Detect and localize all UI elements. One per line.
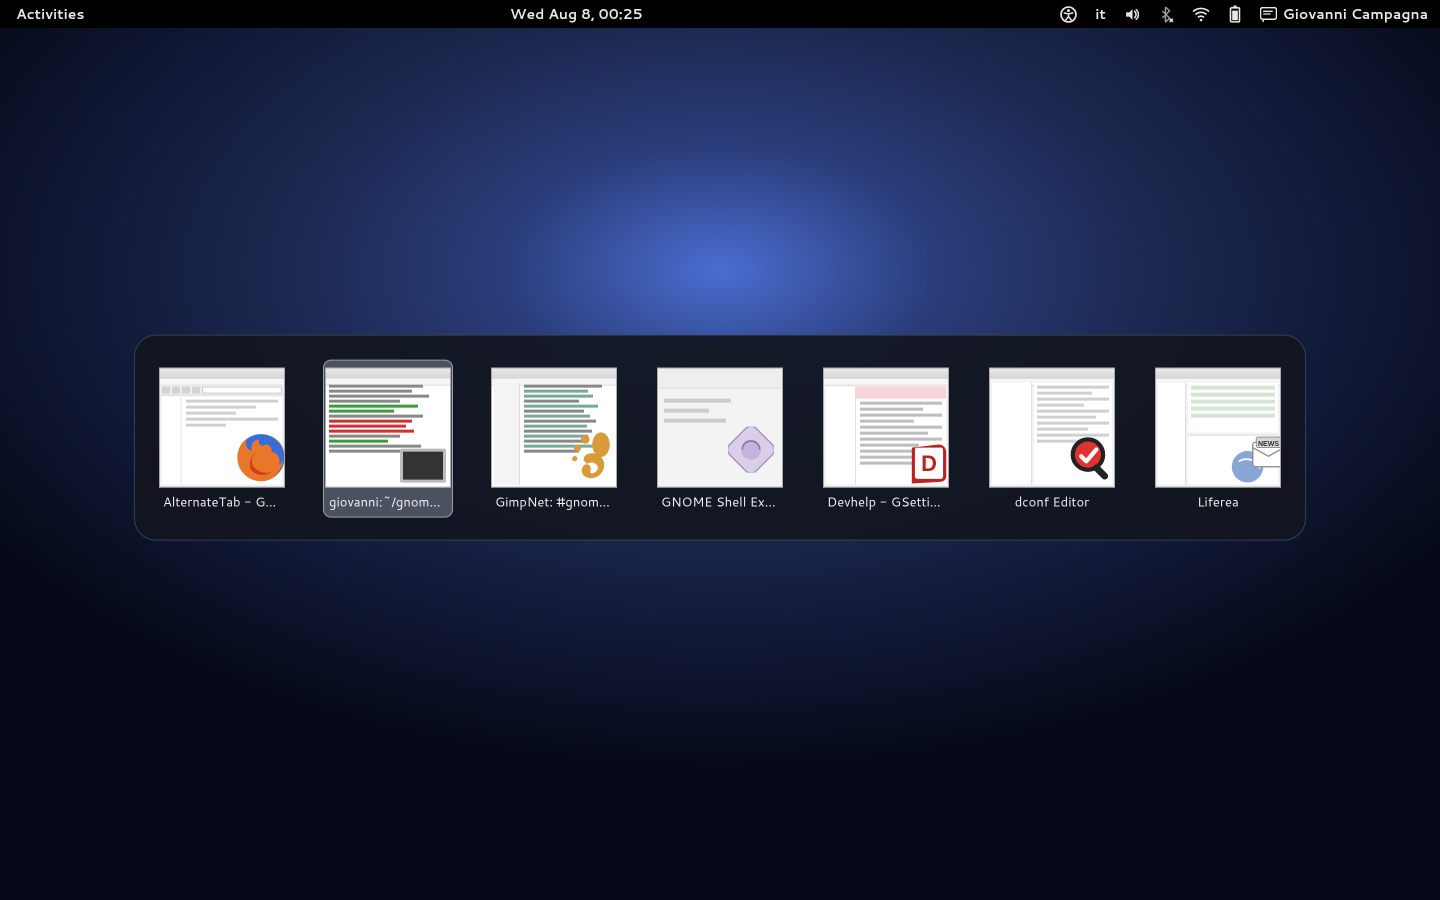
devhelp-icon: D <box>904 437 949 488</box>
activities-button[interactable]: Activities <box>8 4 92 24</box>
window-label: GNOME Shell Extensio… <box>661 494 779 512</box>
window-item[interactable]: NEWS Liferea <box>1153 360 1283 518</box>
window-thumbnail <box>491 368 617 488</box>
window-thumbnail <box>657 368 783 488</box>
keyboard-layout-indicator[interactable]: it <box>1095 4 1106 24</box>
window-label: AlternateTab - GNOM… <box>163 494 281 512</box>
accessibility-icon[interactable] <box>1060 6 1077 23</box>
window-item[interactable]: AlternateTab - GNOM… <box>157 360 287 518</box>
terminal-icon <box>400 449 446 483</box>
network-icon[interactable] <box>1192 7 1210 22</box>
window-item[interactable]: GNOME Shell Extensio… <box>655 360 785 518</box>
bluetooth-icon[interactable] <box>1159 6 1174 23</box>
status-area: it Giovanni Campagna <box>1060 4 1432 24</box>
user-menu[interactable]: Giovanni Campagna <box>1260 4 1428 24</box>
user-name-label: Giovanni Campagna <box>1283 4 1428 24</box>
user-status-icon <box>1260 7 1277 22</box>
window-thumbnail <box>325 368 451 488</box>
dconf-editor-icon <box>1066 433 1115 488</box>
battery-icon[interactable] <box>1228 5 1242 23</box>
clock[interactable]: Wed Aug 8, 00:25 <box>92 4 1060 24</box>
window-item[interactable]: D Devhelp - GSettings <box>821 360 951 518</box>
svg-text:NEWS: NEWS <box>1258 441 1279 448</box>
window-label: Liferea <box>1159 494 1277 512</box>
window-label: giovanni:~/gnome-shell… <box>329 494 447 512</box>
window-item[interactable]: giovanni:~/gnome-shell… <box>323 360 453 518</box>
volume-icon[interactable] <box>1124 6 1141 23</box>
window-thumbnail: NEWS <box>1155 368 1281 488</box>
window-label: dconf Editor <box>993 494 1111 512</box>
alt-tab-switcher: AlternateTab - GNOM… g <box>134 335 1306 541</box>
liferea-icon: NEWS <box>1230 435 1281 488</box>
firefox-icon <box>232 429 285 488</box>
window-label: Devhelp - GSettings <box>827 494 945 512</box>
top-panel: Activities Wed Aug 8, 00:25 it Giovanni … <box>0 0 1440 28</box>
window-thumbnail <box>159 368 285 488</box>
window-item[interactable]: GimpNet: #gnome-hac… <box>489 360 619 518</box>
svg-text:D: D <box>921 451 937 476</box>
window-label: GimpNet: #gnome-hac… <box>495 494 613 512</box>
window-thumbnail <box>989 368 1115 488</box>
gnome-foot-icon <box>566 431 617 488</box>
window-thumbnail: D <box>823 368 949 488</box>
window-item[interactable]: dconf Editor <box>987 360 1117 518</box>
epiphany-icon <box>728 427 774 479</box>
